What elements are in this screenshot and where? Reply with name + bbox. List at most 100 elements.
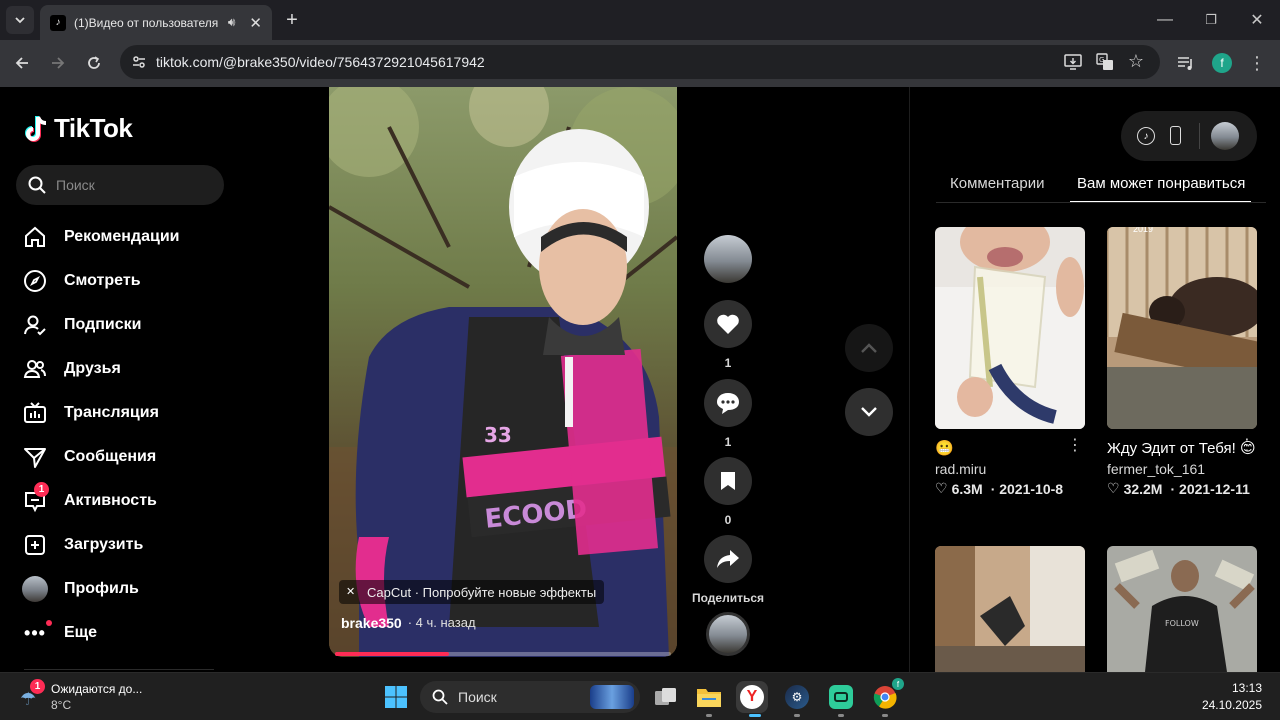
sidebar-item-explore[interactable]: Смотреть <box>22 263 232 299</box>
profile-avatar[interactable]: f <box>1208 49 1236 77</box>
taskbar-search[interactable]: Поиск <box>420 681 640 713</box>
browser-tab-bar: ♪ (1)Видео от пользователя 🔊︎ ✕ + — ❐ ✕ <box>0 0 1280 40</box>
save-action[interactable]: 0 <box>704 457 752 527</box>
mobile-icon[interactable] <box>1170 126 1181 145</box>
video-info: brake350 · 4 ч. назад <box>341 615 476 631</box>
chrome-profile-badge: f <box>892 678 904 690</box>
card-thumbnail[interactable]: FOLLOW <box>1107 546 1257 672</box>
tab-close-icon[interactable]: ✕ <box>249 14 262 32</box>
card-date: · 2021-10-8 <box>990 480 1064 497</box>
browser-menu-icon[interactable]: ⋮ <box>1243 49 1271 77</box>
panel-avatar[interactable] <box>1211 122 1239 150</box>
reload-button[interactable] <box>80 49 108 77</box>
video-progress-fill <box>335 652 450 656</box>
sidebar-item-label: Трансляция <box>64 404 159 421</box>
heart-icon <box>717 314 739 334</box>
media-control-icon[interactable] <box>1172 49 1200 77</box>
yandex-browser-icon[interactable]: Y <box>736 681 768 713</box>
sidebar-item-activity[interactable]: 1 Активность <box>22 482 232 519</box>
task-view-icon[interactable] <box>651 682 681 712</box>
search-input[interactable]: Поиск <box>16 165 224 205</box>
card-title: Жду Эдит от Тебя! 😊 <box>1107 440 1256 457</box>
video-progress-bar[interactable] <box>335 652 671 656</box>
svg-text:FOLLOW: FOLLOW <box>1165 619 1199 628</box>
card-thumbnail[interactable]: 2019 <box>1107 227 1257 429</box>
card-author[interactable]: rad.miru <box>935 461 1085 477</box>
site-info-icon[interactable] <box>131 54 147 70</box>
tiktok-small-icon[interactable]: ♪ <box>1137 127 1155 145</box>
url-text: tiktok.com/@brake350/video/7564372921045… <box>156 54 485 70</box>
tab-comments[interactable]: Комментарии <box>950 175 1044 192</box>
translate-icon[interactable]: G <box>1096 53 1114 71</box>
card-more-icon[interactable]: ⋮ <box>1067 435 1083 455</box>
tab-baseline <box>936 202 1266 203</box>
like-button[interactable] <box>704 300 752 348</box>
friends-icon <box>22 356 48 382</box>
brand-name: TikTok <box>54 113 133 143</box>
video-player[interactable]: ECOOD 33 ✕ CapCut · Попробуйте новые эфф… <box>329 87 677 657</box>
steam-icon[interactable]: ⚙ <box>782 682 812 712</box>
sidebar-item-profile[interactable]: Профиль <box>22 571 232 607</box>
sidebar-item-more[interactable]: ••• Еще <box>22 615 232 651</box>
card-thumbnail[interactable] <box>935 227 1085 429</box>
avatar <box>22 576 48 602</box>
share-button[interactable] <box>704 535 752 583</box>
recommended-card[interactable] <box>935 546 1085 672</box>
yandex-indicator <box>749 714 761 717</box>
start-button[interactable] <box>381 682 411 712</box>
new-tab-button[interactable]: + <box>278 6 306 34</box>
back-button[interactable] <box>8 49 36 77</box>
speaker-icon[interactable]: 🔊︎ <box>228 15 236 30</box>
sound-disc[interactable] <box>704 612 752 656</box>
minimize-button[interactable]: — <box>1151 6 1179 34</box>
tiktok-logo[interactable]: TikTok <box>24 113 133 144</box>
share-action[interactable]: Поделиться <box>690 535 766 605</box>
messenger-app-icon[interactable] <box>826 682 856 712</box>
notification-dot <box>46 620 52 626</box>
recommended-card[interactable]: ⋮ 😬 rad.miru ♡ 6.3M · 2021-10-8 <box>935 227 1085 497</box>
restore-button[interactable]: ❐ <box>1197 6 1225 34</box>
browser-tab[interactable]: ♪ (1)Видео от пользователя 🔊︎ ✕ <box>40 5 272 40</box>
author-avatar[interactable] <box>704 235 752 283</box>
card-author[interactable]: fermer_tok_161 <box>1107 461 1257 477</box>
recommended-card[interactable]: 2019 ⋮ Жду Эдит от Тебя! 😊 fermer_tok_16… <box>1107 227 1257 497</box>
sidebar-item-label: Загрузить <box>64 536 144 553</box>
sidebar-item-following[interactable]: Подписки <box>22 307 232 343</box>
bookmark-star-icon[interactable]: ☆ <box>1128 51 1144 72</box>
chrome-icon[interactable]: f <box>870 678 904 712</box>
card-more-icon[interactable]: ⋮ <box>1239 435 1255 455</box>
close-window-button[interactable]: ✕ <box>1243 6 1271 34</box>
recommended-card[interactable]: FOLLOW <box>1107 546 1257 672</box>
sidebar-item-messages[interactable]: Сообщения <box>22 439 232 475</box>
effect-label[interactable]: ✕ CapCut · Попробуйте новые эффекты <box>339 580 605 604</box>
previous-video-button[interactable] <box>845 324 893 372</box>
comment-count: 1 <box>724 435 732 449</box>
tab-search-button[interactable] <box>6 6 34 34</box>
card-date: · 2021-12-11 <box>1170 480 1250 497</box>
save-button[interactable] <box>704 457 752 505</box>
sidebar-item-label: Друзья <box>64 360 121 377</box>
like-action[interactable]: 1 <box>704 300 752 370</box>
share-icon <box>717 550 739 568</box>
sidebar-item-friends[interactable]: Друзья <box>22 351 232 387</box>
file-explorer-icon[interactable] <box>694 682 724 712</box>
effect-label-text: CapCut · Попробуйте новые эффекты <box>367 584 597 600</box>
sidebar-item-live[interactable]: Трансляция <box>22 395 232 431</box>
search-icon <box>28 176 46 194</box>
weather-widget[interactable]: ☂ 1 Ожидаются до... 8°C <box>16 679 176 715</box>
comment-action[interactable]: 1 <box>704 379 752 449</box>
card-thumbnail[interactable] <box>935 546 1085 672</box>
next-video-button[interactable] <box>845 388 893 436</box>
video-author[interactable]: brake350 <box>341 615 402 631</box>
forward-button[interactable] <box>44 49 72 77</box>
tab-recommended[interactable]: Вам может понравиться <box>1077 175 1245 192</box>
sidebar-item-upload[interactable]: Загрузить <box>22 527 232 563</box>
tiktok-favicon-icon: ♪ <box>50 14 66 31</box>
install-app-icon[interactable] <box>1064 54 1082 70</box>
comment-button[interactable] <box>704 379 752 427</box>
address-bar[interactable]: tiktok.com/@brake350/video/7564372921045… <box>120 45 1160 79</box>
right-panel: ♪ Комментарии Вам может понравиться ⋮ 😬 … <box>909 87 1280 672</box>
system-clock[interactable]: 13:13 24.10.2025 <box>1202 680 1262 714</box>
chevron-down-icon <box>861 407 877 417</box>
sidebar-item-recommendations[interactable]: Рекомендации <box>22 219 232 255</box>
